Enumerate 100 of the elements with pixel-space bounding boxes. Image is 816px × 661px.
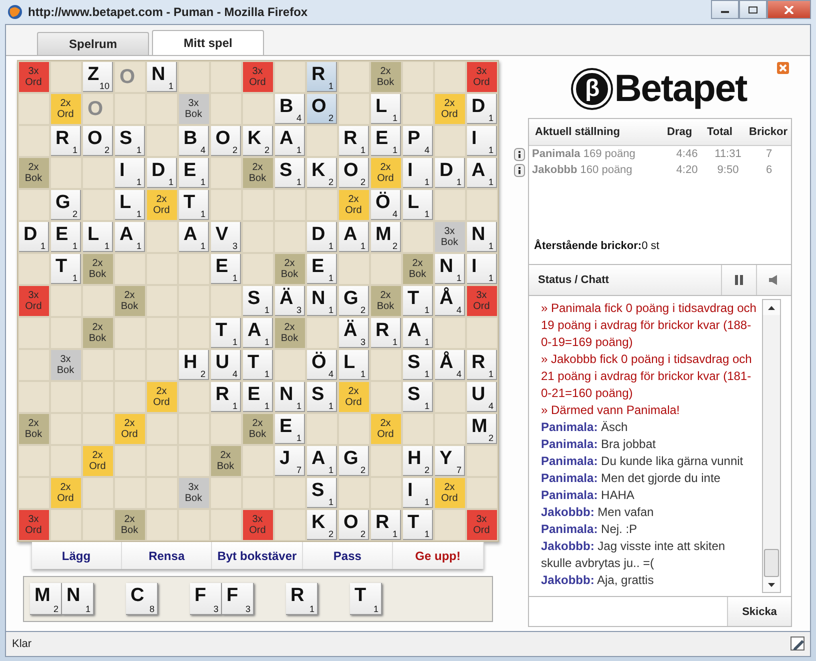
tile-points: 1 bbox=[488, 273, 494, 283]
close-button[interactable] bbox=[767, 0, 811, 19]
tile-points: 2 bbox=[328, 529, 334, 539]
bonus-label: 2x Bok bbox=[216, 450, 234, 472]
tile-letter: E bbox=[56, 224, 68, 246]
maximize-button[interactable] bbox=[739, 0, 767, 19]
tile-points: 1 bbox=[424, 529, 430, 539]
tile-points: 1 bbox=[85, 604, 90, 614]
tile-letter: Ö bbox=[376, 192, 390, 214]
tile-letter: D bbox=[472, 96, 486, 118]
bonus-label: 2x Ord bbox=[345, 386, 362, 408]
tile-letter: M bbox=[472, 416, 488, 438]
tile-points: 4 bbox=[456, 305, 462, 315]
tile-points: 1 bbox=[168, 177, 174, 187]
tile-letter: V bbox=[216, 224, 228, 246]
rack-tile[interactable]: C 8 bbox=[126, 583, 158, 615]
tile-points: 1 bbox=[72, 145, 78, 155]
rack-tile[interactable]: F 3 bbox=[222, 583, 254, 615]
maximize-icon bbox=[748, 6, 758, 14]
rack-tile[interactable]: F 3 bbox=[190, 583, 222, 615]
minimize-button[interactable] bbox=[711, 0, 739, 19]
action-button[interactable]: Byt bokstäver bbox=[212, 542, 303, 569]
tile-letter: B bbox=[280, 96, 294, 118]
tile-letter: E bbox=[216, 256, 228, 278]
tile-letter: R bbox=[56, 128, 70, 150]
bonus-label: 2x Bok bbox=[280, 322, 298, 344]
tile-letter: D bbox=[152, 160, 166, 182]
tile-letter: A bbox=[184, 224, 198, 246]
bonus-label: 2x Ord bbox=[153, 386, 170, 408]
status-message: » Jakobbb fick 0 poäng i tidsavdrag och 21 poäng i avdrag för brickor kvar (181-0-21=160 poäng) bbox=[541, 351, 753, 402]
chat-message: Panimala: Äsch bbox=[541, 419, 628, 436]
tile-points: 1 bbox=[360, 241, 366, 251]
tile-letter: A bbox=[472, 160, 486, 182]
tile-points: 1 bbox=[328, 273, 334, 283]
tile-points: 2 bbox=[424, 465, 430, 475]
scrollbar[interactable] bbox=[762, 299, 781, 593]
player-name: Panimala bbox=[532, 148, 580, 160]
tile-points: 1 bbox=[488, 145, 494, 155]
chat-message: Panimala: Men det gjorde du inte bbox=[541, 470, 720, 487]
bonus-label: 3x Ord bbox=[25, 66, 42, 88]
tile-points: 1 bbox=[168, 81, 174, 91]
tile-letter: S bbox=[280, 160, 292, 182]
info-icon[interactable] bbox=[514, 164, 525, 176]
scroll-up-icon[interactable] bbox=[763, 300, 780, 315]
tile-points: 1 bbox=[296, 433, 302, 443]
tile-points: 2 bbox=[360, 177, 366, 187]
tab[interactable]: Mitt spel bbox=[152, 30, 264, 55]
tile-letter: Å bbox=[440, 352, 454, 374]
tile-letter: I bbox=[408, 480, 413, 502]
info-icon[interactable] bbox=[514, 148, 525, 160]
tile-letter: D bbox=[312, 224, 326, 246]
rack-tile[interactable]: R 1 bbox=[286, 583, 318, 615]
pause-icon bbox=[734, 274, 744, 286]
rack-tile[interactable]: M 2 bbox=[30, 583, 62, 615]
action-button[interactable]: Lägg bbox=[32, 542, 122, 569]
tile-letter: A bbox=[408, 320, 422, 342]
scroll-down-icon[interactable] bbox=[763, 577, 780, 592]
tile-letter: N bbox=[280, 384, 294, 406]
tile-letter: R bbox=[344, 128, 358, 150]
tile-points: 3 bbox=[232, 241, 238, 251]
tile-letter: R bbox=[472, 352, 486, 374]
tile-letter: T bbox=[184, 192, 196, 214]
blank-tile-letter: O bbox=[120, 66, 136, 88]
tile-points: 1 bbox=[296, 401, 302, 411]
tile-letter: T bbox=[408, 512, 420, 534]
status-text: Klar bbox=[12, 638, 32, 650]
tile-letter: F bbox=[226, 585, 238, 607]
tile-letter: E bbox=[376, 128, 388, 150]
tile-letter: A bbox=[344, 224, 358, 246]
rack-tile[interactable]: T 1 bbox=[350, 583, 382, 615]
scroll-thumb[interactable] bbox=[764, 549, 779, 577]
bonus-label: 2x Bok bbox=[280, 258, 298, 280]
tab[interactable]: Spelrum bbox=[37, 32, 149, 55]
tile-points: 1 bbox=[488, 177, 494, 187]
tile-points: 2 bbox=[72, 209, 78, 219]
tile-letter: R bbox=[216, 384, 230, 406]
tile-letter: I bbox=[472, 256, 477, 278]
tile-points: 1 bbox=[136, 177, 142, 187]
action-button[interactable]: Rensa bbox=[122, 542, 212, 569]
tile-letter: Ä bbox=[344, 320, 358, 342]
total-time: 9:50 bbox=[716, 164, 740, 176]
bonus-label: 2x Bok bbox=[120, 514, 138, 536]
tile-letter: E bbox=[184, 160, 196, 182]
tile-points: 3 bbox=[296, 305, 302, 315]
tile-points: 1 bbox=[232, 401, 238, 411]
tile-points: 1 bbox=[328, 497, 334, 507]
tile-points: 2 bbox=[53, 604, 58, 614]
close-button[interactable] bbox=[777, 62, 789, 74]
rack-tile[interactable]: N 1 bbox=[62, 583, 94, 615]
tile-letter: O bbox=[88, 128, 102, 150]
tile-points: 1 bbox=[296, 145, 302, 155]
tile-letter: P bbox=[408, 128, 420, 150]
tile-letter: N bbox=[152, 64, 166, 86]
action-button[interactable]: Pass bbox=[302, 542, 394, 569]
bonus-label: 2x Ord bbox=[345, 194, 362, 216]
tile-points: 1 bbox=[392, 529, 398, 539]
action-button[interactable]: Ge upp! bbox=[393, 542, 484, 569]
bonus-label: 2x Ord bbox=[153, 194, 170, 216]
tile-points: 2 bbox=[360, 465, 366, 475]
bonus-label: 2x Ord bbox=[57, 98, 74, 120]
